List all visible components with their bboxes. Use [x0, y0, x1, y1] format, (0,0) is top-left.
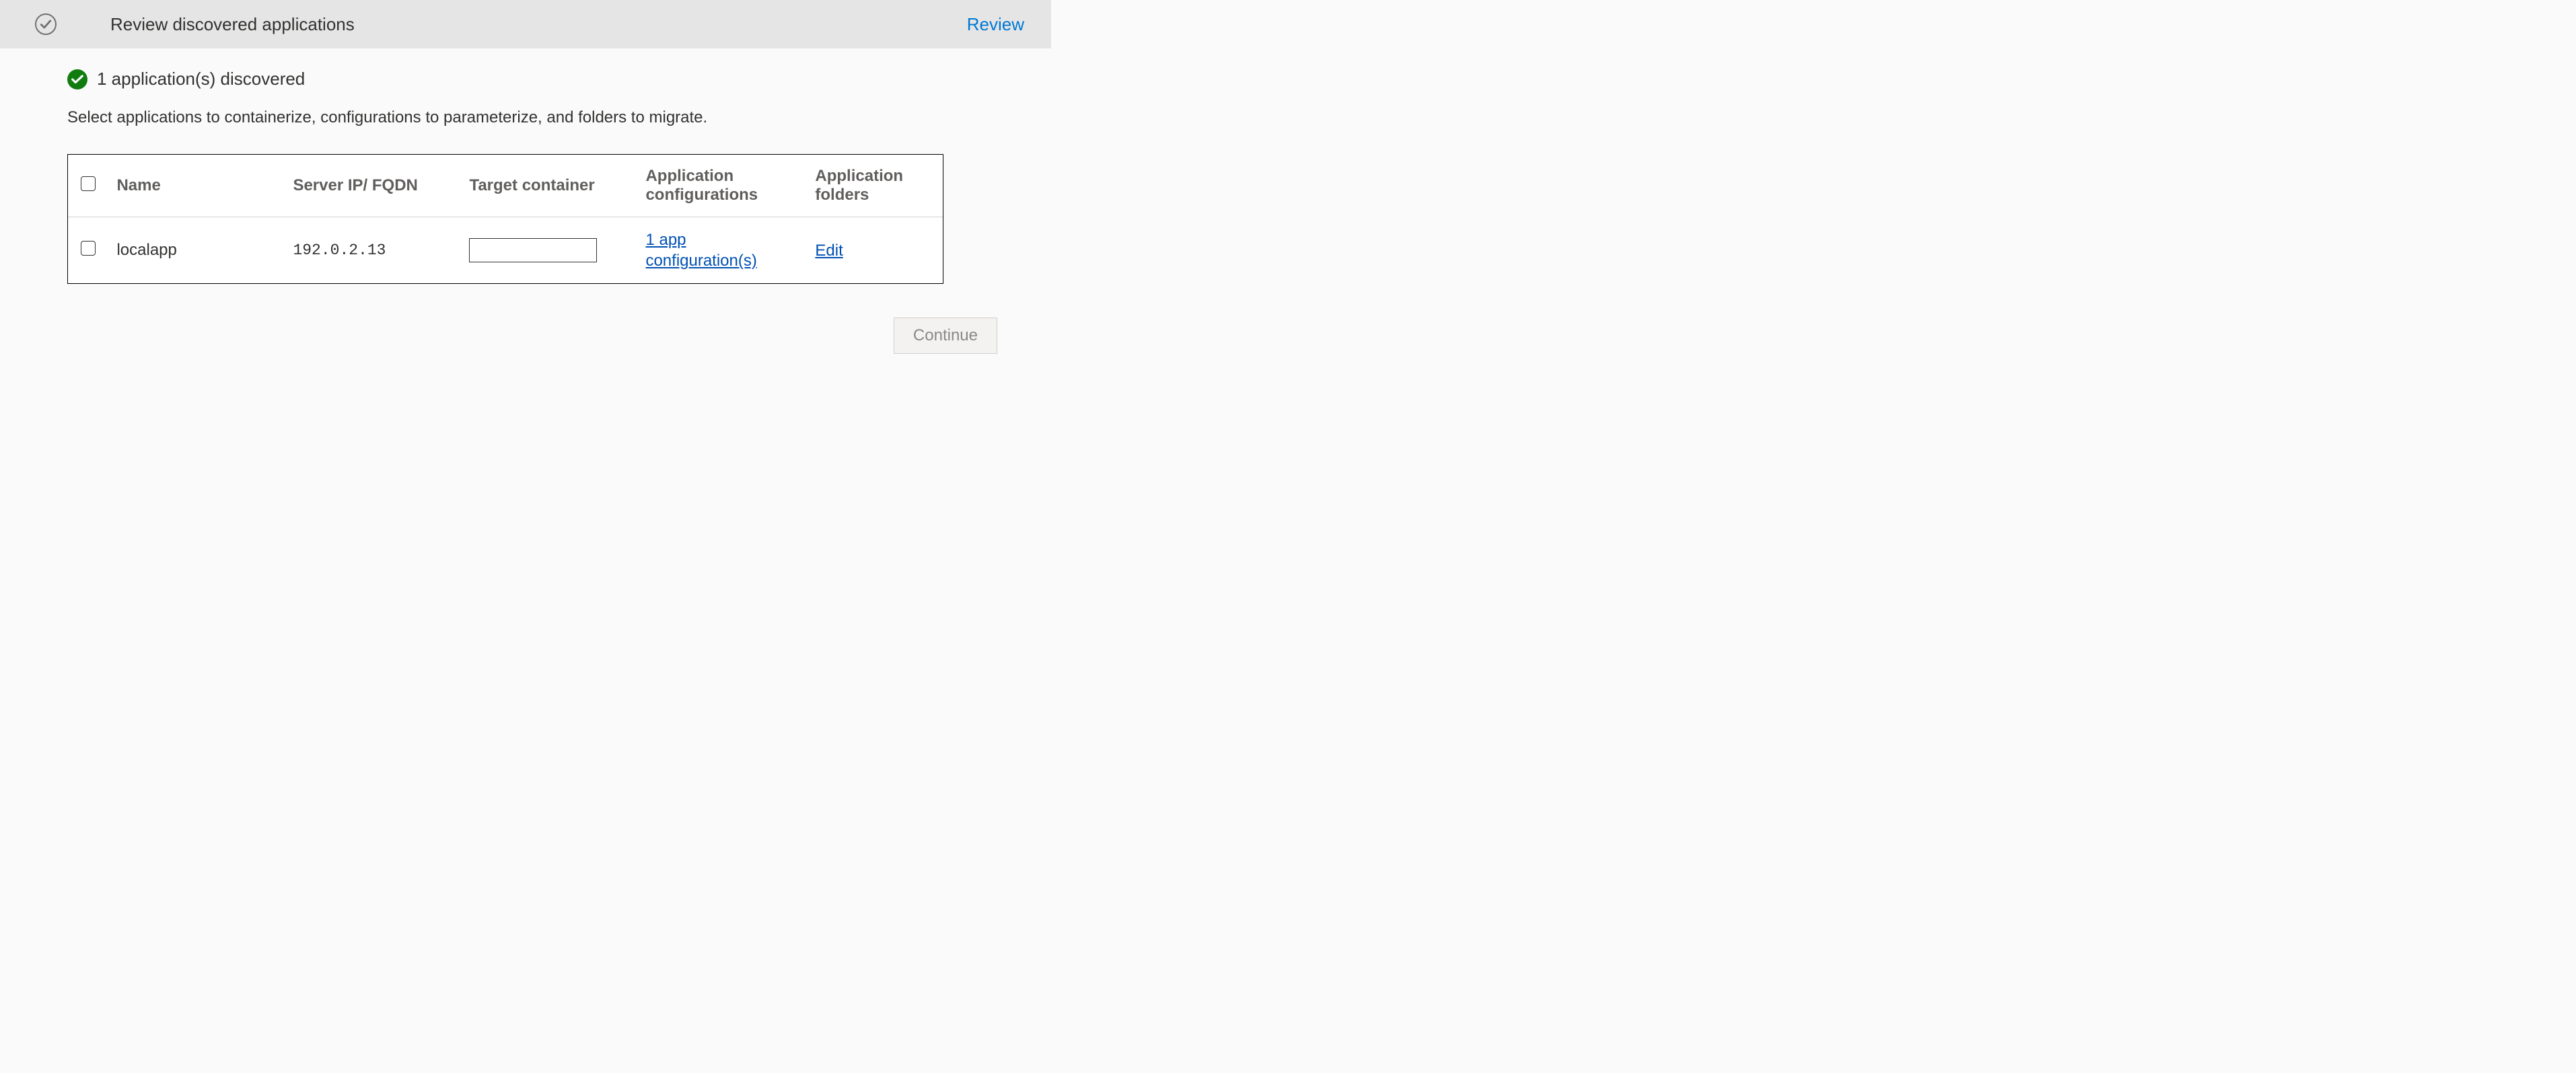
step-header: Review discovered applications Review [0, 0, 1051, 48]
continue-button[interactable]: Continue [894, 318, 997, 354]
content-area: 1 application(s) discovered Select appli… [0, 48, 1051, 374]
step-title: Review discovered applications [110, 14, 913, 35]
header-name: Name [108, 155, 285, 217]
folders-edit-link[interactable]: Edit [815, 240, 843, 261]
header-config: Application configurations [637, 155, 807, 217]
cell-server: 192.0.2.13 [285, 217, 461, 284]
select-all-checkbox[interactable] [81, 176, 96, 191]
discovery-status: 1 application(s) discovered [67, 69, 1017, 89]
table-row: localapp 192.0.2.13 1 app configuration(… [68, 217, 943, 284]
cell-name: localapp [108, 217, 285, 284]
step-complete-icon [35, 13, 57, 35]
app-config-link[interactable]: 1 app configuration(s) [645, 229, 799, 271]
header-target: Target container [461, 155, 637, 217]
header-server: Server IP/ FQDN [285, 155, 461, 217]
header-folders: Application folders [807, 155, 943, 217]
instruction-text: Select applications to containerize, con… [67, 108, 1017, 127]
target-container-input[interactable] [469, 238, 597, 262]
footer-actions: Continue [67, 318, 997, 354]
discovery-status-text: 1 application(s) discovered [97, 69, 305, 89]
row-checkbox[interactable] [81, 241, 96, 256]
applications-table: Name Server IP/ FQDN Target container Ap… [67, 154, 943, 284]
header-select-all [68, 155, 108, 217]
review-link[interactable]: Review [967, 14, 1024, 35]
success-check-icon [67, 69, 87, 89]
